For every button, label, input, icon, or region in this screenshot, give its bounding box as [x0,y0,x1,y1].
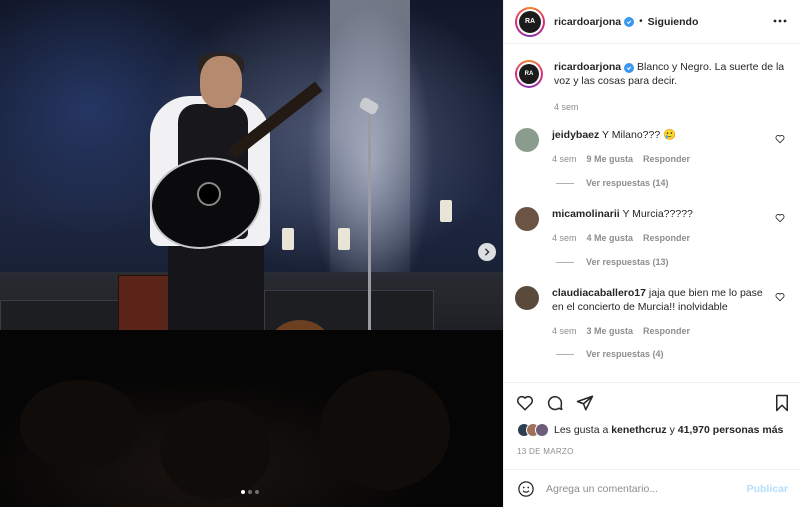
comment-like-heart-icon[interactable] [775,213,785,223]
view-replies-button[interactable]: Ver respuestas (14) [556,178,669,188]
author-username[interactable]: ricardoarjona [554,16,621,28]
view-replies-button[interactable]: Ver respuestas (4) [556,349,664,359]
guitar-soundhole [197,182,221,206]
crowd-head [160,400,270,500]
carousel-dot [248,490,252,494]
comment-username[interactable]: jeidybaez [552,129,599,141]
caption-username[interactable]: ricardoarjona [554,61,621,73]
comment-username[interactable]: micamolinarii [552,208,620,220]
emoji-smiley-icon[interactable] [517,480,535,498]
verified-badge-icon [624,16,635,27]
commenter-avatar[interactable] [515,207,539,231]
likes-count[interactable]: 41,970 personas más [678,424,784,436]
comment-text: Y Milano??? 🥲 [602,129,677,141]
comments-list[interactable]: RA ricardoarjona Blanco y Negro. La suer… [504,44,800,382]
crowd-head [20,380,140,470]
likes-summary: Les gusta a kenethcruz y 41,970 personas… [517,423,783,437]
carousel-next-button[interactable] [478,243,496,261]
reply-button[interactable]: Responder [643,324,690,338]
comment-time[interactable]: 4 sem [552,152,577,166]
reply-button[interactable]: Responder [643,231,690,245]
comment-text: Y Murcia????? [622,208,693,220]
share-paper-plane-icon[interactable] [576,394,594,412]
comment-item: micamolinarii Y Murcia????? 4 sem 4 Me g… [515,207,793,245]
separator-bullet: • [639,16,643,27]
comment-time[interactable]: 4 sem [552,231,577,245]
stage-lamp [282,228,294,250]
comment-item: claudiacaballero17 jaja que bien me lo p… [515,286,793,338]
view-replies-button[interactable]: Ver respuestas (13) [556,257,669,267]
post-caption: RA ricardoarjona Blanco y Negro. La suer… [515,60,793,114]
carousel-indicator [241,490,259,494]
liker-avatar [535,423,549,437]
caption-timestamp[interactable]: 4 sem [554,100,579,114]
crowd-head [320,370,450,490]
comment-item: jeidybaez Y Milano??? 🥲 4 sem 9 Me gusta… [515,128,793,166]
avatar-monogram: RA [524,18,536,25]
post-photo[interactable]: BN BN [0,0,503,507]
comment-time[interactable]: 4 sem [552,324,577,338]
add-comment-bar: Publicar [504,469,800,507]
performer-head [200,56,242,108]
publish-button[interactable]: Publicar [747,483,788,495]
comment-likes[interactable]: 4 Me gusta [587,231,634,245]
commenter-avatar[interactable] [515,286,539,310]
caption-author-avatar[interactable]: RA [515,60,543,88]
save-bookmark-icon[interactable] [774,394,790,412]
post-header: RA ricardoarjona • Siguiendo [504,0,800,44]
chevron-right-icon [484,248,490,256]
stage-lamp [440,200,452,222]
comment-bubble-icon[interactable] [546,394,564,412]
following-button[interactable]: Siguiendo [648,16,699,28]
comment-like-heart-icon[interactable] [775,292,785,302]
post-actions: Les gusta a kenethcruz y 41,970 personas… [504,382,800,507]
avatar-monogram: RA [524,71,534,77]
post-date[interactable]: 13 DE MARZO [517,447,574,456]
author-avatar[interactable]: RA [515,6,545,37]
more-options-icon[interactable] [773,14,787,28]
stage-lamp [338,228,350,250]
comment-username[interactable]: claudiacaballero17 [552,287,646,299]
commenter-avatar[interactable] [515,128,539,152]
like-heart-icon[interactable] [516,394,534,412]
reply-button[interactable]: Responder [643,152,690,166]
post-side-panel: RA ricardoarjona • Siguiendo RA ricardoa… [503,0,800,507]
liker-username[interactable]: kenethcruz [611,424,666,436]
carousel-dot [255,490,259,494]
comment-likes[interactable]: 3 Me gusta [587,324,634,338]
comment-likes[interactable]: 9 Me gusta [587,152,634,166]
verified-badge-icon [624,63,635,73]
instagram-post-modal: BN BN [0,0,800,507]
comment-like-heart-icon[interactable] [775,134,785,144]
comment-input[interactable] [546,483,736,495]
carousel-dot [241,490,245,494]
